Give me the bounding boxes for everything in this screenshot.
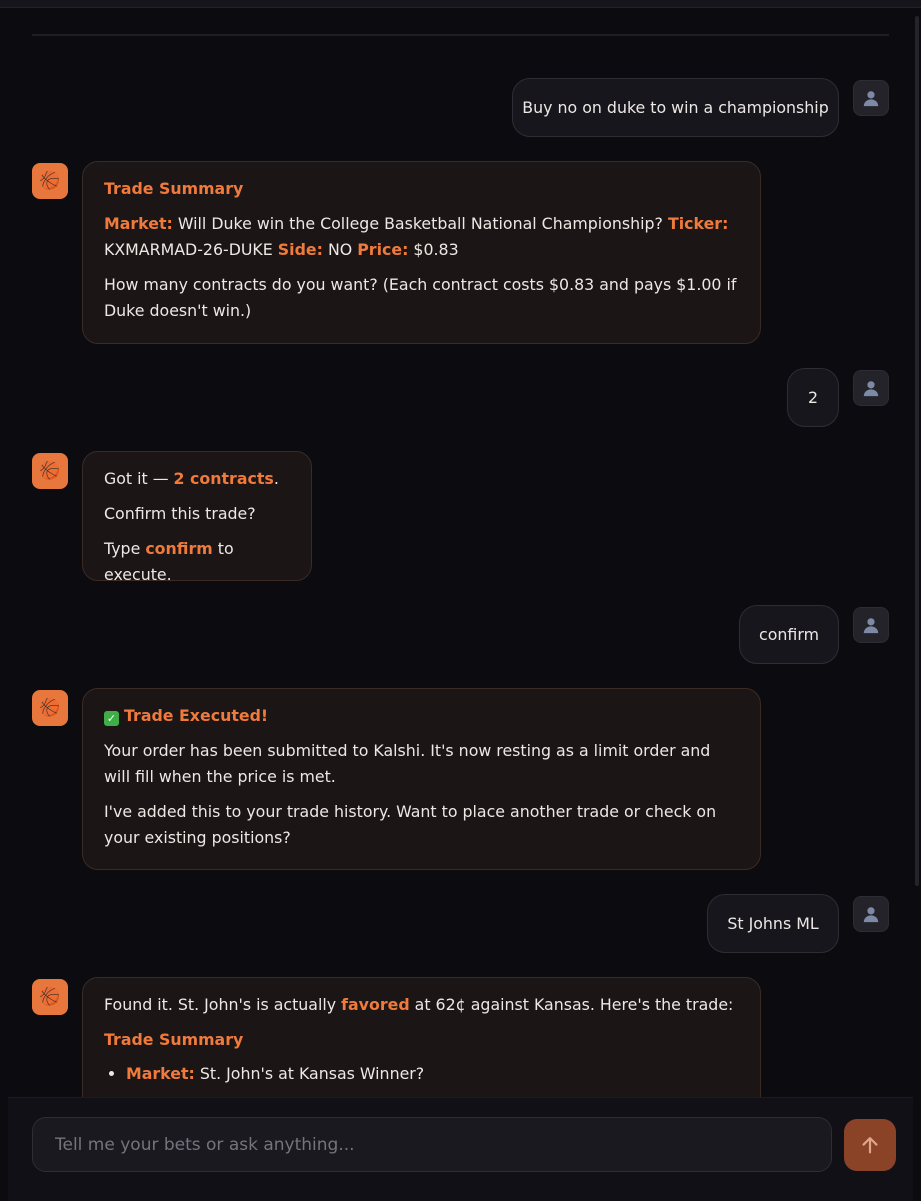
bot-avatar: 🏀 (32, 163, 68, 199)
bot-bubble: ✓ Trade Executed! Your order has been sub… (82, 688, 761, 870)
found-it-line: Found it. St. John's is actually favored… (104, 992, 740, 1018)
price-value: $0.83 (408, 240, 459, 259)
message-text: St Johns ML (727, 913, 819, 933)
user-bubble: St Johns ML (707, 894, 839, 953)
got-it-text: Got it — (104, 469, 174, 488)
message-text: confirm (759, 624, 819, 644)
trade-executed-title: Trade Executed! (124, 706, 269, 725)
user-icon (863, 618, 879, 634)
confirm-keyword: confirm (145, 539, 213, 558)
contracts-count: 2 contracts (173, 469, 274, 488)
market-value: St. John's at Kansas Winner? (194, 1064, 425, 1083)
bot-avatar: 🏀 (32, 690, 68, 726)
message-text: 2 (807, 387, 819, 407)
side-value: NO (322, 240, 358, 259)
scrollbar-thumb[interactable] (915, 16, 919, 886)
market-label: Market: (126, 1064, 195, 1083)
composer (8, 1097, 913, 1201)
contracts-question: How many contracts do you want? (Each co… (104, 275, 737, 320)
basketball-icon: 🏀 (39, 171, 61, 191)
executed-heading: ✓ Trade Executed! (104, 703, 740, 729)
user-icon (863, 381, 879, 397)
top-bar (0, 0, 921, 8)
user-icon (863, 91, 879, 107)
basketball-icon: 🏀 (39, 461, 61, 481)
got-it-line: Got it — 2 contracts. (104, 466, 291, 492)
favored-keyword: favored (341, 995, 410, 1014)
arrow-up-icon (862, 1137, 878, 1154)
summary-list: Market: St. John's at Kansas Winner? (104, 1061, 740, 1087)
ticker-value: KXMARMAD-26-DUKE (104, 240, 278, 259)
trade-summary-title: Trade Summary (104, 179, 244, 198)
scrollbar[interactable] (913, 8, 921, 1098)
intro-suffix: at 62¢ against Kansas. Here's the trade: (409, 995, 734, 1014)
basketball-icon: 🏀 (39, 698, 61, 718)
send-button[interactable] (844, 1119, 896, 1171)
message-input[interactable] (53, 1133, 811, 1156)
confirm-question: Confirm this trade? (104, 504, 256, 523)
trade-summary-title: Trade Summary (104, 1030, 244, 1049)
trade-details: Market: Will Duke win the College Basket… (104, 211, 740, 263)
user-bubble: confirm (739, 605, 839, 664)
ticker-label: Ticker: (667, 214, 729, 233)
type-prefix: Type (104, 539, 146, 558)
user-avatar (853, 370, 889, 406)
user-bubble: 2 (787, 368, 839, 427)
bot-avatar: 🏀 (32, 453, 68, 489)
side-label: Side: (277, 240, 323, 259)
message-input-box[interactable] (32, 1117, 832, 1172)
executed-body: Your order has been submitted to Kalshi.… (104, 741, 711, 786)
price-label: Price: (357, 240, 409, 259)
bot-bubble: Trade Summary Market: Will Duke win the … (82, 161, 761, 344)
message-text: Buy no on duke to win a championship (522, 97, 829, 117)
market-label: Market: (104, 214, 173, 233)
intro-prefix: Found it. St. John's is actually (104, 995, 342, 1014)
user-avatar (853, 607, 889, 643)
basketball-icon: 🏀 (39, 987, 61, 1007)
user-icon (863, 907, 879, 923)
user-avatar (853, 896, 889, 932)
check-icon: ✓ (104, 711, 119, 726)
user-avatar (853, 80, 889, 116)
confirm-instruction: Type confirm to execute. (104, 536, 291, 588)
header-divider (32, 34, 889, 36)
period: . (273, 469, 279, 488)
history-note: I've added this to your trade history. W… (104, 802, 717, 847)
user-bubble: Buy no on duke to win a championship (512, 78, 839, 137)
bot-bubble: Got it — 2 contracts. Confirm this trade… (82, 451, 312, 584)
bot-avatar: 🏀 (32, 979, 68, 1015)
market-value: Will Duke win the College Basketball Nat… (172, 214, 668, 233)
list-item: Market: St. John's at Kansas Winner? (126, 1061, 740, 1087)
